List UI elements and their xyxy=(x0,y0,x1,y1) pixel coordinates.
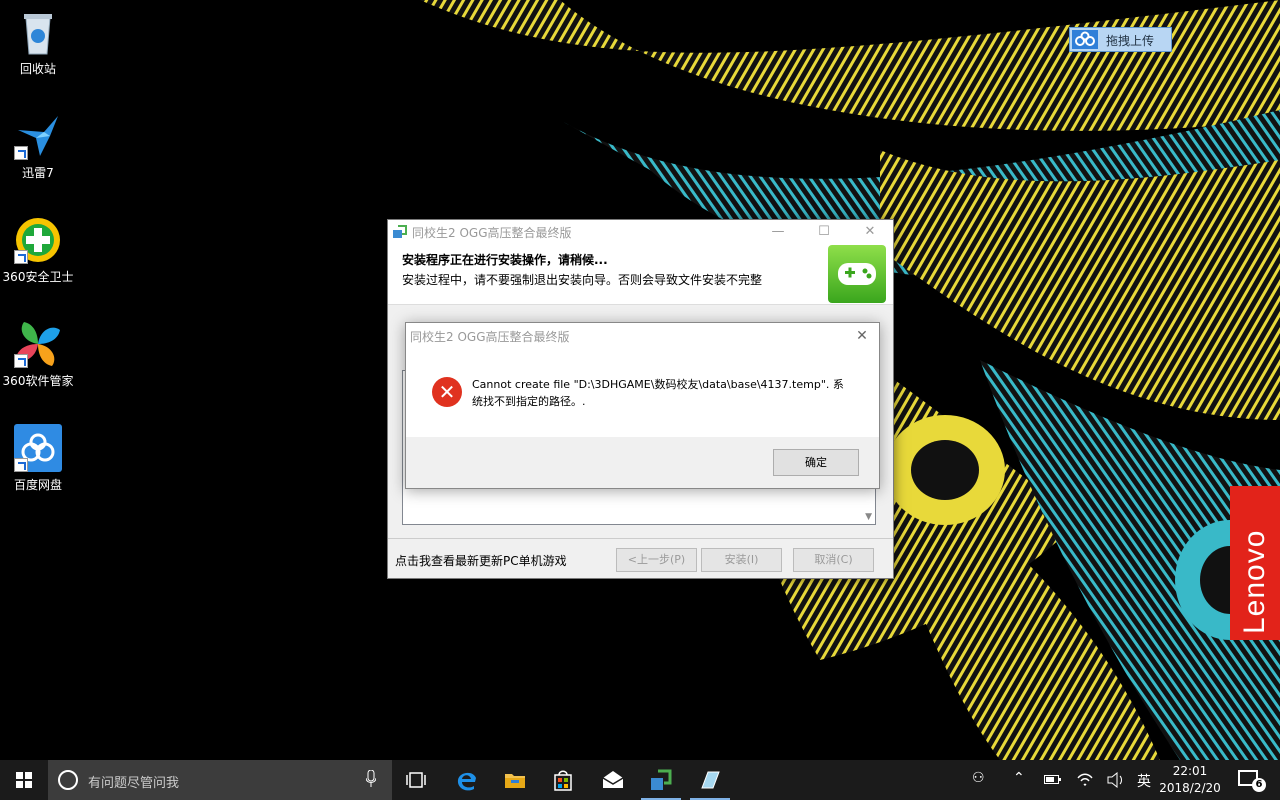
error-dialog-button-bar: 确定 xyxy=(406,437,879,488)
microphone-icon[interactable] xyxy=(366,770,376,788)
notification-count-badge: 6 xyxy=(1252,778,1266,792)
installer-subheading: 安装过程中，请不要强制退出安装向导。否则会导致文件安装不完整 xyxy=(402,273,763,287)
action-center-icon[interactable]: 6 xyxy=(1238,770,1266,792)
installer-header: 安装程序正在进行安装操作，请稍候... 安装过程中，请不要强制退出安装向导。否则… xyxy=(388,244,893,305)
wifi-icon[interactable] xyxy=(1077,772,1093,788)
close-icon[interactable]: ✕ xyxy=(845,323,879,349)
baidu-cloud-icon xyxy=(1072,30,1098,49)
shortcut-arrow-icon xyxy=(14,354,28,368)
taskbar-file-explorer[interactable] xyxy=(491,760,539,800)
people-icon[interactable]: ⚇ xyxy=(972,770,985,786)
lenovo-logo: Lenovo xyxy=(1230,486,1280,640)
shield-plus-icon xyxy=(14,216,62,264)
desktop-icon-360-software[interactable]: 360软件管家 xyxy=(0,320,76,389)
system-clock[interactable]: 22:01 2018/2/20 xyxy=(1158,763,1222,797)
installer-app-icon xyxy=(392,224,408,240)
drag-upload-label: 拖拽上传 xyxy=(1106,34,1155,48)
chevron-up-icon[interactable]: ⌃ xyxy=(1013,770,1025,786)
task-view-icon xyxy=(406,772,426,788)
error-dialog-title: 同校生2 OGG高压整合最终版 xyxy=(410,330,570,344)
desktop-icon-label: 360安全卫士 xyxy=(2,270,74,284)
desktop-icon-label: 360软件管家 xyxy=(2,374,74,388)
search-placeholder: 有问题尽管问我 xyxy=(88,776,180,791)
scroll-down-icon[interactable]: ▼ xyxy=(865,512,872,522)
gamepad-icon xyxy=(828,245,886,303)
battery-icon[interactable] xyxy=(1044,773,1062,785)
error-dialog: 同校生2 OGG高压整合最终版 ✕ ✕ Cannot create file "… xyxy=(405,322,880,489)
taskbar-notepad[interactable] xyxy=(686,760,734,800)
cortana-search-box[interactable]: 有问题尽管问我 xyxy=(48,760,392,800)
desktop-icon-baidu-netdisk[interactable]: 百度网盘 xyxy=(0,424,76,493)
shortcut-arrow-icon xyxy=(14,458,28,472)
install-button[interactable]: 安装(I) xyxy=(701,548,782,572)
taskbar-edge[interactable] xyxy=(443,760,491,800)
mail-icon xyxy=(602,771,624,788)
baidu-drag-upload-widget[interactable]: 拖拽上传 xyxy=(1069,27,1172,52)
installer-heading: 安装程序正在进行安装操作，请稍候... xyxy=(402,253,608,267)
desktop-icon-label: 回收站 xyxy=(19,62,56,76)
taskbar-mail[interactable] xyxy=(589,760,637,800)
installer-titlebar[interactable]: 同校生2 OGG高压整合最终版 — ☐ ✕ xyxy=(388,220,893,244)
footer-divider xyxy=(388,538,893,539)
desktop-icon-xunlei[interactable]: 迅雷7 xyxy=(0,112,76,181)
taskbar-store[interactable] xyxy=(539,760,587,800)
error-message: Cannot create file "D:\3DHGAME\数码校友\data… xyxy=(472,378,844,408)
hummingbird-icon xyxy=(14,112,62,160)
installer-title: 同校生2 OGG高压整合最终版 xyxy=(412,226,572,240)
recycle-bin-icon xyxy=(14,8,62,56)
cloud-icon xyxy=(14,424,62,472)
input-method-indicator[interactable]: 英 xyxy=(1137,771,1151,791)
task-view-button[interactable] xyxy=(392,760,440,800)
ok-button[interactable]: 确定 xyxy=(773,449,859,476)
maximize-button[interactable]: ☐ xyxy=(801,220,847,244)
minimize-button[interactable]: — xyxy=(755,220,801,244)
desktop-icon-label: 迅雷7 xyxy=(22,166,54,180)
windows-logo-icon xyxy=(16,772,32,788)
taskbar-installer[interactable] xyxy=(637,760,685,800)
installer-app-icon xyxy=(651,769,672,790)
store-bag-icon xyxy=(554,770,572,791)
folder-icon xyxy=(505,774,525,788)
shortcut-arrow-icon xyxy=(14,250,28,264)
cancel-button[interactable]: 取消(C) xyxy=(793,548,874,572)
flower-icon xyxy=(14,320,62,368)
shortcut-arrow-icon xyxy=(14,146,28,160)
error-icon: ✕ xyxy=(432,377,462,407)
back-button[interactable]: <上一步(P) xyxy=(616,548,697,572)
cortana-icon xyxy=(58,770,78,790)
desktop-icon-360-safe[interactable]: 360安全卫士 xyxy=(0,216,76,285)
start-button[interactable] xyxy=(0,760,48,800)
latest-games-link[interactable]: 点击我查看最新更新PC单机游戏 xyxy=(395,552,567,569)
desktop-icon-recycle-bin[interactable]: 回收站 xyxy=(0,8,76,77)
volume-icon[interactable] xyxy=(1107,772,1125,788)
clock-date: 2018/2/20 xyxy=(1159,781,1221,795)
desktop-icon-label: 百度网盘 xyxy=(13,478,62,492)
clock-time: 22:01 xyxy=(1172,764,1208,778)
notepad-icon xyxy=(701,771,720,789)
taskbar: 有问题尽管问我 ⚇ ⌃ 英 22:01 2018/2/20 6 xyxy=(0,760,1280,800)
edge-browser-icon xyxy=(457,772,476,791)
close-button[interactable]: ✕ xyxy=(847,220,893,244)
